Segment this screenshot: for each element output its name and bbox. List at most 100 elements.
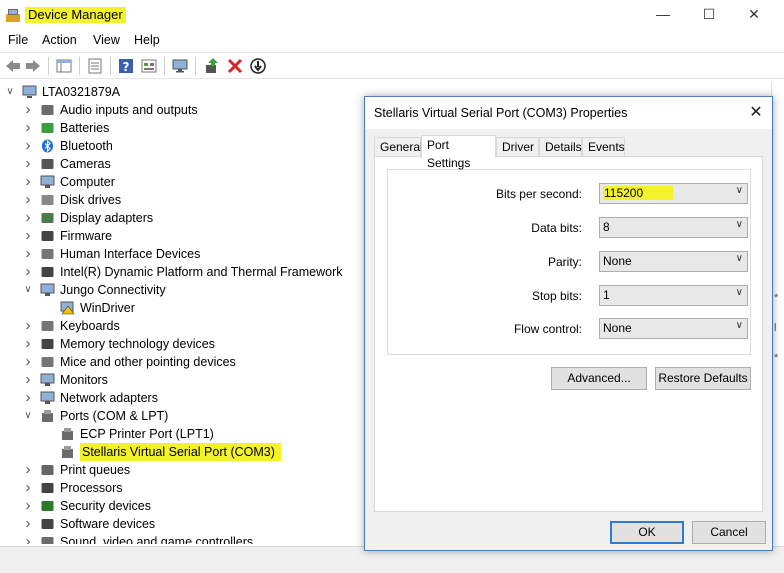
help-icon[interactable]: ? bbox=[117, 57, 135, 75]
advanced-button[interactable]: Advanced... bbox=[551, 367, 647, 390]
chevron-right-icon[interactable]: › bbox=[22, 191, 34, 209]
computer-icon bbox=[40, 175, 55, 188]
tree-item-label: Bluetooth bbox=[60, 139, 113, 153]
disk-icon bbox=[41, 195, 54, 205]
stop-bits-select[interactable]: 1 ∨ bbox=[599, 285, 748, 306]
restore-defaults-button[interactable]: Restore Defaults bbox=[655, 367, 751, 390]
disable-icon[interactable] bbox=[249, 57, 267, 75]
speaker-icon bbox=[41, 537, 54, 544]
chevron-down-icon[interactable]: ∨ bbox=[22, 407, 34, 425]
maximize-icon[interactable]: ☐ bbox=[700, 5, 718, 23]
parity-select[interactable]: None ∨ bbox=[599, 251, 748, 272]
chevron-down-icon: ∨ bbox=[735, 253, 743, 264]
bits-per-second-label: Bits per second: bbox=[495, 187, 582, 201]
tab-port-settings[interactable]: Port Settings bbox=[421, 135, 496, 170]
chevron-right-icon[interactable]: › bbox=[22, 533, 34, 544]
tab-general[interactable]: General bbox=[374, 137, 423, 157]
back-icon[interactable] bbox=[4, 57, 22, 75]
forward-icon[interactable] bbox=[24, 57, 42, 75]
data-bits-select[interactable]: 8 ∨ bbox=[599, 217, 748, 238]
tab-details[interactable]: Details bbox=[539, 137, 582, 157]
tree-item-label: Intel(R) Dynamic Platform and Thermal Fr… bbox=[60, 265, 343, 279]
security-icon bbox=[41, 501, 54, 511]
device-manager-icon bbox=[6, 9, 20, 22]
chevron-right-icon[interactable]: › bbox=[22, 479, 34, 497]
properties-icon[interactable] bbox=[86, 57, 104, 75]
chevron-right-icon[interactable]: › bbox=[22, 371, 34, 389]
data-bits-value: 8 bbox=[603, 220, 610, 234]
chevron-down-icon[interactable]: ∨ bbox=[22, 281, 34, 299]
tree-item-label: Disk drives bbox=[60, 193, 122, 207]
dialog-close-icon[interactable]: ✕ bbox=[746, 103, 766, 123]
chevron-right-icon[interactable]: › bbox=[22, 317, 34, 335]
ok-button[interactable]: OK bbox=[610, 521, 684, 544]
chevron-right-icon[interactable]: › bbox=[22, 101, 34, 119]
tree-item-label: Batteries bbox=[60, 121, 110, 135]
view-icon[interactable] bbox=[140, 57, 158, 75]
update-driver-icon[interactable] bbox=[203, 57, 221, 75]
fragment-text: l bbox=[774, 322, 777, 334]
chevron-down-icon[interactable]: ∨ bbox=[4, 83, 16, 101]
tab-driver[interactable]: Driver bbox=[496, 137, 539, 157]
tree-item-label: Cameras bbox=[60, 157, 111, 171]
tree-item-label: Ports (COM & LPT) bbox=[60, 409, 169, 423]
network-icon bbox=[40, 283, 55, 296]
flow-control-select[interactable]: None ∨ bbox=[599, 318, 748, 339]
window-title: Device Manager bbox=[25, 7, 126, 23]
menu-bar: File Action View Help bbox=[0, 30, 784, 52]
close-icon[interactable]: ✕ bbox=[745, 5, 763, 23]
chevron-down-icon: ∨ bbox=[735, 219, 743, 230]
tree-item-label: Sound, video and game controllers bbox=[60, 535, 254, 544]
display-adapter-icon bbox=[41, 213, 54, 223]
port-icon bbox=[42, 410, 53, 422]
chevron-right-icon[interactable]: › bbox=[22, 461, 34, 479]
uninstall-icon[interactable] bbox=[226, 57, 244, 75]
tree-item-label: Jungo Connectivity bbox=[60, 283, 166, 297]
tree-item-label: Stellaris Virtual Serial Port (COM3) bbox=[80, 443, 281, 461]
tree-item-label: Memory technology devices bbox=[60, 337, 215, 351]
scan-hardware-icon[interactable] bbox=[171, 57, 189, 75]
toolbar: ? bbox=[0, 52, 784, 79]
mouse-icon bbox=[41, 357, 54, 367]
chevron-right-icon[interactable]: › bbox=[22, 137, 34, 155]
stop-bits-label: Stop bits: bbox=[531, 289, 582, 303]
printer-icon bbox=[41, 465, 54, 475]
minimize-icon[interactable]: — bbox=[654, 5, 672, 23]
camera-icon bbox=[41, 159, 54, 169]
speaker-icon bbox=[41, 105, 54, 115]
chevron-right-icon[interactable]: › bbox=[22, 227, 34, 245]
menu-file[interactable]: File bbox=[8, 33, 28, 47]
toolbar-separator bbox=[164, 57, 165, 75]
menu-view[interactable]: View bbox=[93, 33, 120, 47]
chevron-right-icon[interactable]: › bbox=[22, 155, 34, 173]
bits-per-second-select[interactable]: 115200 ∨ bbox=[599, 183, 748, 204]
show-hide-tree-icon[interactable] bbox=[55, 57, 73, 75]
menu-help[interactable]: Help bbox=[134, 33, 160, 47]
chevron-right-icon[interactable]: › bbox=[22, 353, 34, 371]
chevron-right-icon[interactable]: › bbox=[22, 119, 34, 137]
menu-action[interactable]: Action bbox=[42, 33, 77, 47]
tree-item-label: Firmware bbox=[60, 229, 113, 243]
parity-value: None bbox=[603, 254, 632, 268]
cancel-button[interactable]: Cancel bbox=[692, 521, 766, 544]
network-icon bbox=[40, 391, 55, 404]
chevron-right-icon[interactable]: › bbox=[22, 335, 34, 353]
chevron-right-icon[interactable]: › bbox=[22, 389, 34, 407]
tree-item-label: Network adapters bbox=[60, 391, 158, 405]
chevron-right-icon[interactable]: › bbox=[22, 245, 34, 263]
tree-item-label: ECP Printer Port (LPT1) bbox=[80, 427, 214, 441]
tab-events[interactable]: Events bbox=[582, 137, 625, 157]
warning-icon bbox=[60, 301, 75, 315]
parity-label: Parity: bbox=[547, 255, 582, 269]
chevron-right-icon[interactable]: › bbox=[22, 263, 34, 281]
chevron-right-icon[interactable]: › bbox=[22, 173, 34, 191]
chevron-right-icon[interactable]: › bbox=[22, 209, 34, 227]
chevron-right-icon[interactable]: › bbox=[22, 497, 34, 515]
chevron-down-icon: ∨ bbox=[735, 185, 743, 196]
flow-control-label: Flow control: bbox=[513, 322, 582, 336]
flow-control-value: None bbox=[603, 321, 632, 335]
fragment-text: * bbox=[774, 292, 779, 304]
chip-icon bbox=[41, 339, 54, 349]
toolbar-separator bbox=[195, 57, 196, 75]
chevron-right-icon[interactable]: › bbox=[22, 515, 34, 533]
